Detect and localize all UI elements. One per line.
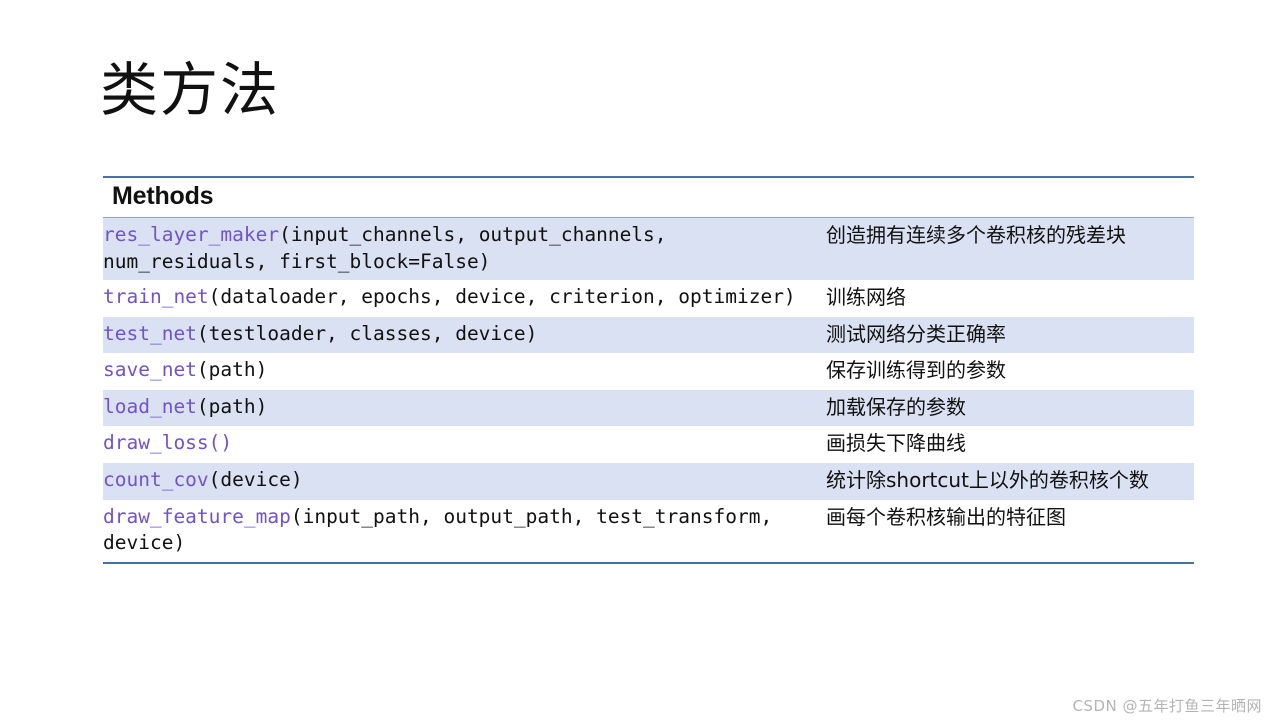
table-row: train_net(dataloader, epochs, device, cr… (103, 280, 1194, 317)
table-header-row: Methods (103, 177, 1194, 218)
table-row: save_net(path)保存训练得到的参数 (103, 353, 1194, 390)
method-params: (dataloader, epochs, device, criterion, … (209, 285, 796, 308)
table-body: res_layer_maker(input_channels, output_c… (103, 218, 1194, 563)
method-description-cell: 创造拥有连续多个卷积核的残差块 (826, 218, 1194, 281)
method-description-cell: 加载保存的参数 (826, 390, 1194, 427)
table-row: draw_loss() 画损失下降曲线 (103, 426, 1194, 463)
table-header: Methods (103, 177, 1194, 218)
column-header-methods: Methods (103, 177, 826, 218)
method-params: (path) (197, 358, 267, 381)
methods-table: Methods res_layer_maker(input_channels, … (103, 176, 1194, 564)
method-description-cell: 画每个卷积核输出的特征图 (826, 500, 1194, 563)
method-description-cell: 画损失下降曲线 (826, 426, 1194, 463)
page-title: 类方法 (100, 58, 280, 125)
method-params: (path) (197, 395, 267, 418)
method-name: save_net (103, 358, 197, 381)
table-row: draw_feature_map(input_path, output_path… (103, 500, 1194, 563)
table-row: count_cov(device)统计除shortcut上以外的卷积核个数 (103, 463, 1194, 500)
method-name: test_net (103, 322, 197, 345)
method-signature-cell: save_net(path) (103, 353, 826, 390)
method-name: load_net (103, 395, 197, 418)
table-row: res_layer_maker(input_channels, output_c… (103, 218, 1194, 281)
method-description-cell: 训练网络 (826, 280, 1194, 317)
method-signature-cell: count_cov(device) (103, 463, 826, 500)
method-signature-cell: draw_loss() (103, 426, 826, 463)
method-signature-cell: train_net(dataloader, epochs, device, cr… (103, 280, 826, 317)
method-description-cell: 保存训练得到的参数 (826, 353, 1194, 390)
method-name: train_net (103, 285, 209, 308)
method-signature-cell: draw_feature_map(input_path, output_path… (103, 500, 826, 563)
method-description-cell: 统计除shortcut上以外的卷积核个数 (826, 463, 1194, 500)
table-row: test_net(testloader, classes, device)测试网… (103, 317, 1194, 354)
table-row: load_net(path)加载保存的参数 (103, 390, 1194, 427)
method-name: draw_loss() (103, 431, 232, 454)
method-signature-cell: load_net(path) (103, 390, 826, 427)
method-name: count_cov (103, 468, 209, 491)
watermark: CSDN @五年打鱼三年晒网 (1072, 695, 1262, 716)
column-header-description (826, 177, 1194, 218)
method-description-cell: 测试网络分类正确率 (826, 317, 1194, 354)
method-signature-cell: test_net(testloader, classes, device) (103, 317, 826, 354)
method-name: draw_feature_map (103, 505, 291, 528)
method-params: (device) (209, 468, 303, 491)
method-params: (testloader, classes, device) (197, 322, 537, 345)
method-signature-cell: res_layer_maker(input_channels, output_c… (103, 218, 826, 281)
method-name: res_layer_maker (103, 223, 279, 246)
